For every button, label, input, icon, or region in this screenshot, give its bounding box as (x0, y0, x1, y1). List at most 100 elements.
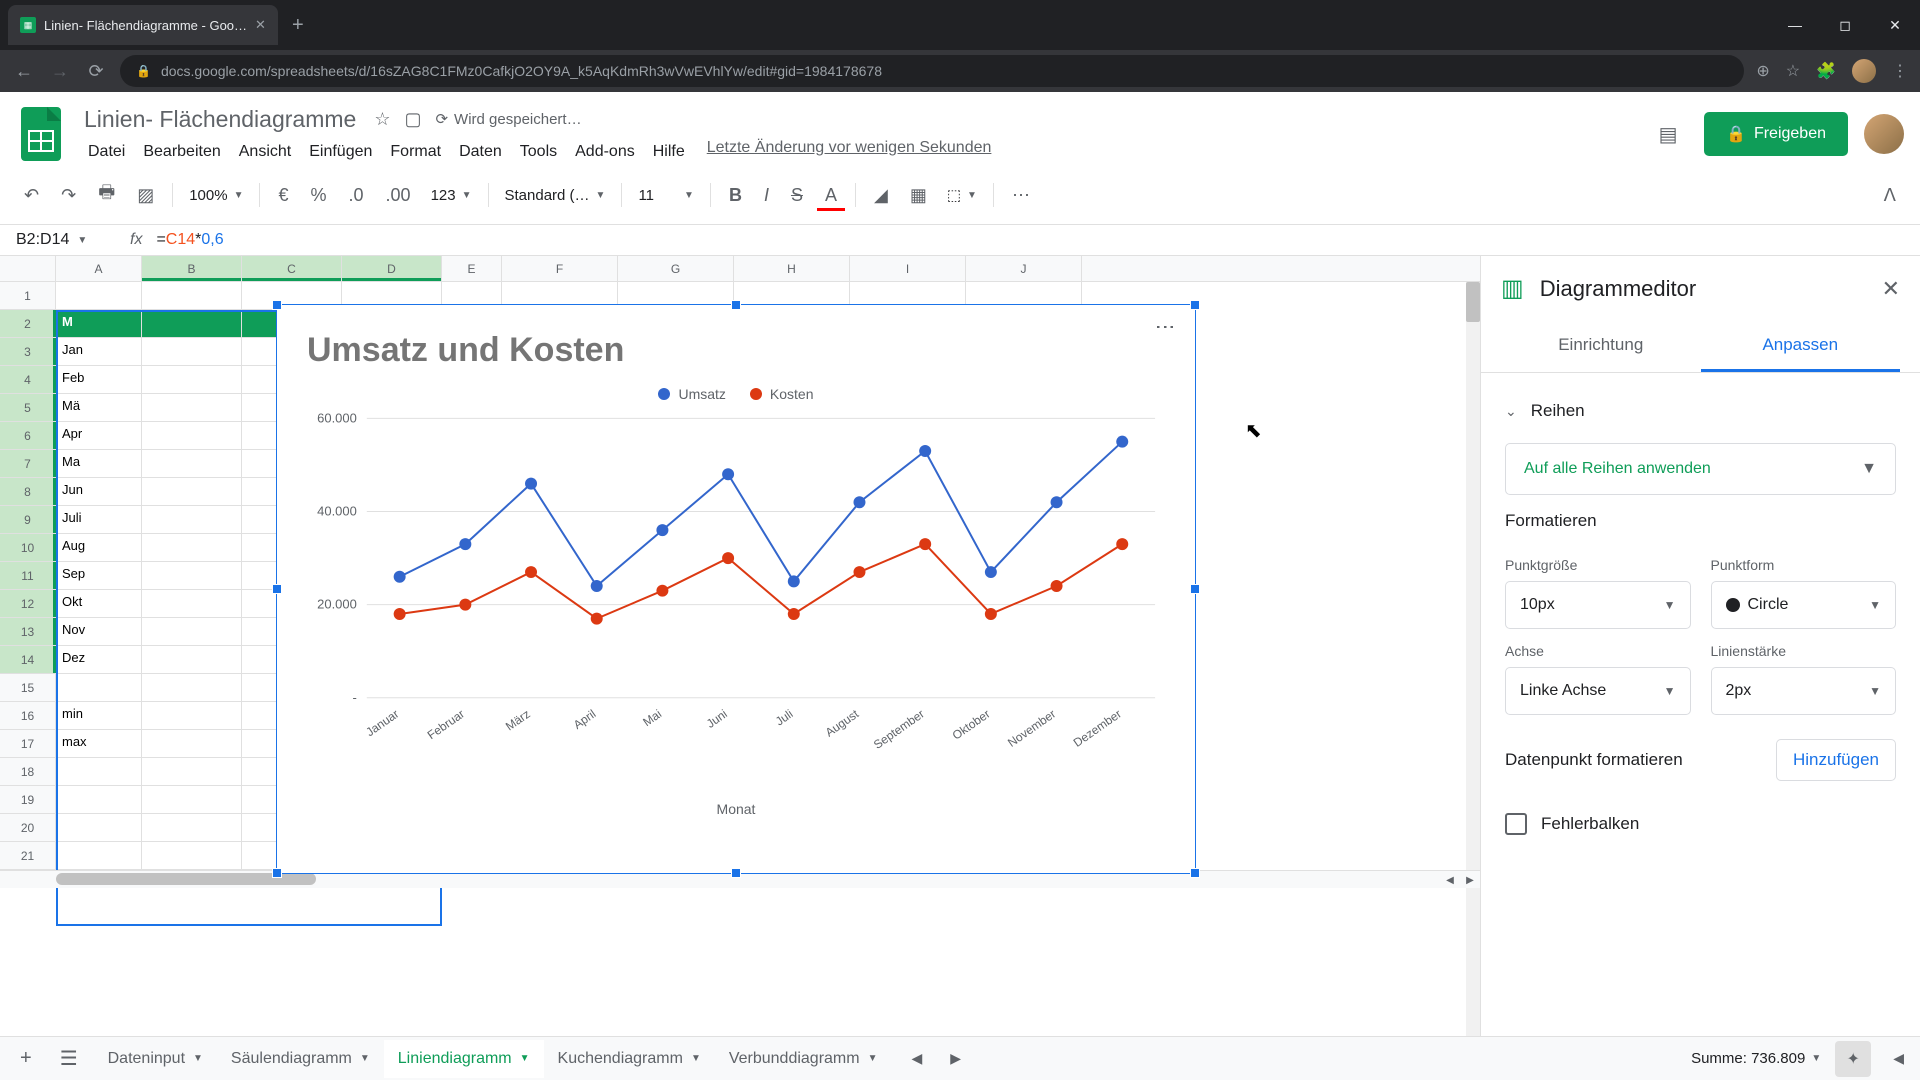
row-header-15[interactable]: 15 (0, 674, 56, 702)
axis-select[interactable]: Linke Achse▼ (1505, 667, 1691, 715)
column-header-H[interactable]: H (734, 256, 850, 281)
cell-A8[interactable]: Jun (56, 478, 142, 506)
explore-button[interactable]: ✦ (1835, 1041, 1871, 1077)
cell-A18[interactable] (56, 758, 142, 786)
star-icon[interactable]: ☆ (374, 109, 390, 130)
browser-tab[interactable]: ▦ Linien- Flächendiagramme - Goo… ✕ (8, 5, 278, 45)
cell-A19[interactable] (56, 786, 142, 814)
cell-A20[interactable] (56, 814, 142, 842)
row-header-9[interactable]: 9 (0, 506, 56, 534)
fill-color-button[interactable]: ◢ (866, 179, 896, 212)
name-box[interactable]: B2:D14 ▼ (16, 231, 116, 249)
comments-button[interactable]: ▤ (1648, 114, 1688, 154)
font-family-select[interactable]: Standard (…▼ (499, 183, 612, 208)
cell-B6[interactable] (142, 422, 242, 450)
add-datapoint-button[interactable]: Hinzufügen (1776, 739, 1896, 781)
row-header-14[interactable]: 14 (0, 646, 56, 674)
point-shape-select[interactable]: Circle ▼ (1711, 581, 1897, 629)
new-tab-button[interactable]: + (282, 14, 314, 37)
point-size-select[interactable]: 10px▼ (1505, 581, 1691, 629)
select-all-cell[interactable] (0, 256, 56, 281)
row-header-4[interactable]: 4 (0, 366, 56, 394)
row-header-20[interactable]: 20 (0, 814, 56, 842)
menu-tools[interactable]: Tools (512, 139, 565, 165)
move-icon[interactable]: ▢ (404, 109, 421, 130)
formula-input[interactable]: =C14*0,6 (156, 231, 223, 249)
row-header-6[interactable]: 6 (0, 422, 56, 450)
cell-B1[interactable] (142, 282, 242, 310)
italic-button[interactable]: I (756, 179, 777, 212)
close-tab-icon[interactable]: ✕ (255, 17, 266, 33)
row-header-10[interactable]: 10 (0, 534, 56, 562)
cell-A15[interactable] (56, 674, 142, 702)
merge-cells-button[interactable]: ⬚▼ (941, 182, 983, 208)
cell-A5[interactable]: Mä (56, 394, 142, 422)
collapse-toolbar-button[interactable]: ᐱ (1876, 179, 1904, 212)
cell-A17[interactable]: max (56, 730, 142, 758)
column-header-C[interactable]: C (242, 256, 342, 281)
cell-A3[interactable]: Jan (56, 338, 142, 366)
cell-A16[interactable]: min (56, 702, 142, 730)
cell-B4[interactable] (142, 366, 242, 394)
text-color-button[interactable]: A (817, 179, 845, 211)
cell-B12[interactable] (142, 590, 242, 618)
chart-menu-button[interactable]: ⋮ (1153, 317, 1177, 335)
zoom-select[interactable]: 100%▼ (183, 183, 249, 208)
line-width-select[interactable]: 2px▼ (1711, 667, 1897, 715)
column-header-G[interactable]: G (618, 256, 734, 281)
share-button[interactable]: 🔒 Freigeben (1704, 112, 1848, 156)
row-header-2[interactable]: 2 (0, 310, 56, 338)
cell-A13[interactable]: Nov (56, 618, 142, 646)
row-header-21[interactable]: 21 (0, 842, 56, 870)
column-header-D[interactable]: D (342, 256, 442, 281)
cell-B8[interactable] (142, 478, 242, 506)
row-header-1[interactable]: 1 (0, 282, 56, 310)
cell-A6[interactable]: Apr (56, 422, 142, 450)
cell-A10[interactable]: Aug (56, 534, 142, 562)
row-header-18[interactable]: 18 (0, 758, 56, 786)
cell-A1[interactable] (56, 282, 142, 310)
menu-format[interactable]: Format (382, 139, 449, 165)
column-header-F[interactable]: F (502, 256, 618, 281)
section-series[interactable]: ⌄ Reihen (1505, 391, 1896, 431)
cell-B17[interactable] (142, 730, 242, 758)
sheet-tab-kuchendiagramm[interactable]: Kuchendiagramm▼ (544, 1040, 715, 1078)
cell-B14[interactable] (142, 646, 242, 674)
cell-B20[interactable] (142, 814, 242, 842)
cell-B16[interactable] (142, 702, 242, 730)
row-header-12[interactable]: 12 (0, 590, 56, 618)
cell-A21[interactable] (56, 842, 142, 870)
summary-display[interactable]: Summe: 736.809▼ (1691, 1050, 1821, 1067)
print-button[interactable]: 🖶 (90, 174, 123, 216)
column-header-E[interactable]: E (442, 256, 502, 281)
sheet-tab-verbunddiagramm[interactable]: Verbunddiagramm▼ (715, 1040, 892, 1078)
cell-B21[interactable] (142, 842, 242, 870)
row-header-3[interactable]: 3 (0, 338, 56, 366)
tab-setup[interactable]: Einrichtung (1501, 321, 1701, 372)
bold-button[interactable]: B (721, 179, 750, 212)
menu-add-ons[interactable]: Add-ons (567, 139, 643, 165)
column-header-I[interactable]: I (850, 256, 966, 281)
row-header-11[interactable]: 11 (0, 562, 56, 590)
horizontal-scrollbar[interactable] (56, 873, 1440, 885)
row-header-8[interactable]: 8 (0, 478, 56, 506)
maximize-window-button[interactable]: ◻ (1820, 0, 1870, 50)
cell-B3[interactable] (142, 338, 242, 366)
row-header-17[interactable]: 17 (0, 730, 56, 758)
cell-B19[interactable] (142, 786, 242, 814)
bookmark-icon[interactable]: ☆ (1786, 61, 1800, 81)
checkbox-icon[interactable] (1505, 813, 1527, 835)
apply-all-series-select[interactable]: Auf alle Reihen anwenden ▼ (1505, 443, 1896, 495)
menu-ansicht[interactable]: Ansicht (231, 139, 299, 165)
profile-avatar[interactable] (1852, 59, 1876, 83)
scroll-left-button[interactable]: ◀ (1440, 871, 1460, 889)
error-bars-option[interactable]: Fehlerbalken (1505, 805, 1896, 843)
zoom-icon[interactable]: ⊕ (1756, 61, 1769, 81)
number-format-select[interactable]: 123▼ (425, 183, 478, 208)
strikethrough-button[interactable]: S (783, 179, 811, 212)
back-button[interactable]: ← (12, 61, 36, 82)
browser-menu-icon[interactable]: ⋮ (1892, 61, 1908, 81)
scroll-right-button[interactable]: ▶ (1460, 871, 1480, 889)
account-avatar[interactable] (1864, 114, 1904, 154)
forward-button[interactable]: → (48, 61, 72, 82)
